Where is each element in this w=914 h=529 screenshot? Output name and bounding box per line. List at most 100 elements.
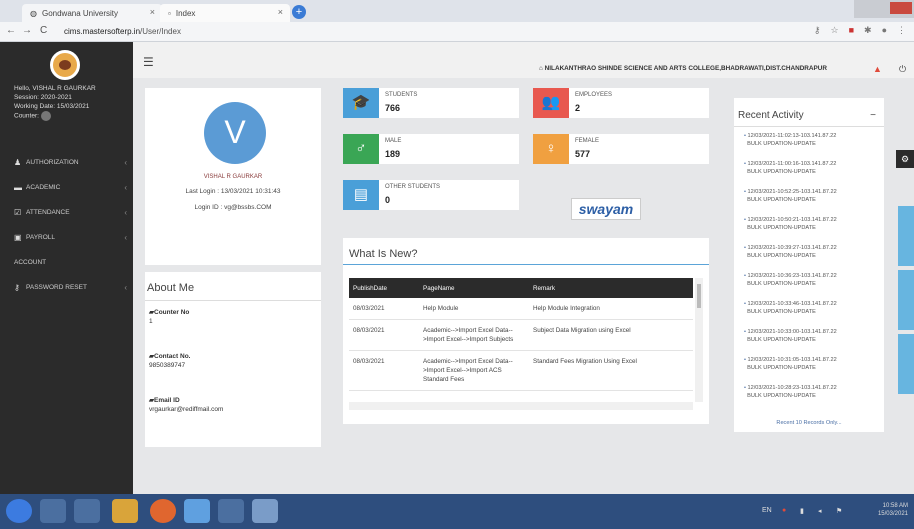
about-me-card: About Me ▰Counter No 1 ▰Contact No. 985038… <box>145 272 321 447</box>
contact-field: ▰Contact No. 9850389747 <box>149 352 190 370</box>
browser-tab-gondwana[interactable]: ◍ Gondwana University × <box>22 4 162 22</box>
forward-button[interactable]: → <box>22 25 32 36</box>
stat-other-students[interactable]: ▤ OTHER STUDENTS 0 <box>343 180 519 210</box>
folder-app-icon[interactable] <box>112 499 138 523</box>
activity-time: 12/03/2021-10:33:00-103.141.87.22 <box>747 329 837 335</box>
sidebar-item-attendance[interactable]: ☑ ATTENDANCE ‹ <box>0 200 133 225</box>
hamburger-menu-icon[interactable]: ☰ <box>143 55 154 69</box>
ie-app-icon[interactable] <box>74 499 100 523</box>
url-field[interactable]: cims.mastersofterp.in/User/Index <box>64 27 181 36</box>
last-login: Last Login : 13/03/2021 10:31:43 <box>185 188 281 195</box>
stat-female[interactable]: ♀ FEMALE 577 <box>533 134 709 164</box>
notification-icon[interactable]: ▲ <box>873 64 882 74</box>
counter-value: 1 <box>149 318 153 325</box>
cell-page: Help Module <box>419 298 529 320</box>
activity-action: BULK UPDATION-UPDATE <box>747 309 816 315</box>
language-indicator[interactable]: EN <box>762 507 772 514</box>
sidebar-item-authorization[interactable]: ♟ AUTHORIZATION ‹ <box>0 150 133 175</box>
activity-time: 12/03/2021-10:36:23-103.141.87.22 <box>747 273 837 279</box>
puzzle-icon[interactable]: ✱ <box>864 25 872 36</box>
firefox-app-icon[interactable] <box>150 499 176 523</box>
whats-new-card: What Is New? PublishDate PageName Remark… <box>343 238 709 424</box>
scrollbar-thumb[interactable] <box>697 284 701 308</box>
list-item: • 12/03/2021-10:36:23-103.141.87.22 BULK… <box>744 273 837 287</box>
sidebar-item-label: AUTHORIZATION <box>26 159 79 166</box>
horizontal-scrollbar[interactable] <box>349 402 693 410</box>
sidebar-item-password-reset[interactable]: ⚷ PASSWORD RESET ‹ <box>0 275 133 300</box>
recent-more-link[interactable]: Recent 10 Records Only... <box>734 420 884 426</box>
sidebar-item-label: ATTENDANCE <box>26 209 70 216</box>
flag-icon[interactable]: ⚑ <box>836 507 842 515</box>
window-controls <box>854 0 914 18</box>
table-header-row: PublishDate PageName Remark <box>349 278 693 298</box>
stat-label: OTHER STUDENTS <box>385 184 441 190</box>
menu-dots-icon[interactable]: ⋮ <box>897 25 906 36</box>
sidebar-item-account[interactable]: ACCOUNT <box>0 250 133 275</box>
vertical-scrollbar[interactable] <box>695 278 703 402</box>
session: Session: 2020-2021 <box>14 94 72 101</box>
stat-male[interactable]: ♂ MALE 189 <box>343 134 519 164</box>
profile-icon[interactable]: ● <box>882 25 887 36</box>
stat-value: 0 <box>385 195 391 205</box>
close-tab-icon[interactable]: × <box>150 7 155 17</box>
activity-action: BULK UPDATION-UPDATE <box>747 169 816 175</box>
cell-remark: Subject Data Migration using Excel <box>529 319 693 351</box>
table-row: 08/03/2021 Help Module Help Module Integ… <box>349 298 693 320</box>
university-logo <box>50 50 80 80</box>
key-icon[interactable]: ⚷ <box>814 25 821 36</box>
collapse-button[interactable]: − <box>870 110 876 121</box>
activity-time: 12/03/2021-11:02:13-103.141.87.22 <box>747 133 837 139</box>
word-app-icon[interactable] <box>252 499 278 523</box>
contact-label: Contact No. <box>154 353 191 360</box>
star-icon[interactable]: ☆ <box>831 25 839 36</box>
sidebar-item-label: ACCOUNT <box>14 259 47 266</box>
column-header: PageName <box>419 278 529 298</box>
extension-icon[interactable]: ■ <box>849 25 854 36</box>
app-icon[interactable] <box>218 499 244 523</box>
new-tab-button[interactable]: + <box>292 5 306 19</box>
chrome-app-icon[interactable] <box>184 499 210 523</box>
sidebar-item-payroll[interactable]: ▣ PAYROLL ‹ <box>0 225 133 250</box>
side-tab-3[interactable] <box>898 334 914 394</box>
window-close-button[interactable] <box>890 2 912 14</box>
people-icon: 👥 <box>533 88 569 118</box>
media-app-icon[interactable] <box>40 499 66 523</box>
windows-taskbar: EN ● ▮ ◂ ⚑ 10:58 AM 15/03/2021 <box>0 494 914 529</box>
column-header: PublishDate <box>349 278 419 298</box>
swayam-logo[interactable]: swayam <box>571 198 641 220</box>
stat-employees[interactable]: 👥 EMPLOYEES 2 <box>533 88 709 118</box>
settings-gear-icon[interactable]: ⚙ <box>896 150 914 168</box>
reload-button[interactable]: C <box>40 25 47 36</box>
power-icon[interactable]: ⏻ <box>899 64 906 75</box>
cell-remark: Help Module Integration <box>529 298 693 320</box>
table-row: 08/03/2021 Academic-->Import Excel Data-… <box>349 350 693 391</box>
network-icon[interactable]: ▮ <box>800 507 804 515</box>
clock[interactable]: 10:58 AM 15/03/2021 <box>878 502 908 518</box>
browser-tab-index[interactable]: ▫ Index × <box>160 4 290 22</box>
counter-label: Counter: <box>14 112 39 120</box>
counter-label: Counter No <box>154 309 190 316</box>
check-icon: ☑ <box>14 208 22 217</box>
graduation-cap-icon: 🎓 <box>343 88 379 118</box>
volume-icon[interactable]: ◂ <box>818 507 822 515</box>
profile-card: V VISHAL R GAURKAR Last Login : 13/03/20… <box>145 88 321 265</box>
start-button[interactable] <box>6 499 32 523</box>
cell-date: 08/03/2021 <box>349 298 419 320</box>
side-tab-2[interactable] <box>898 270 914 330</box>
main-content: ☰ ⌂ NILAKANTHRAO SHINDE SCIENCE AND ARTS… <box>133 42 914 494</box>
activity-action: BULK UPDATION-UPDATE <box>747 281 816 287</box>
stat-label: STUDENTS <box>385 92 418 98</box>
sidebar-item-academic[interactable]: ▬ ACADEMIC ‹ <box>0 175 133 200</box>
list-item: • 12/03/2021-10:39:27-103.141.87.22 BULK… <box>744 245 837 259</box>
chevron-left-icon: ‹ <box>124 158 127 167</box>
stat-label: MALE <box>385 138 402 144</box>
back-button[interactable]: ← <box>6 25 16 36</box>
stat-students[interactable]: 🎓 STUDENTS 766 <box>343 88 519 118</box>
side-tab-1[interactable] <box>898 206 914 266</box>
news-title: What Is New? <box>349 248 418 260</box>
chevron-left-icon: ‹ <box>124 183 127 192</box>
key-icon: ⚷ <box>14 283 20 292</box>
stat-value: 2 <box>575 103 581 113</box>
close-tab-icon[interactable]: × <box>278 7 283 17</box>
tray-app-icon[interactable]: ● <box>782 507 786 514</box>
